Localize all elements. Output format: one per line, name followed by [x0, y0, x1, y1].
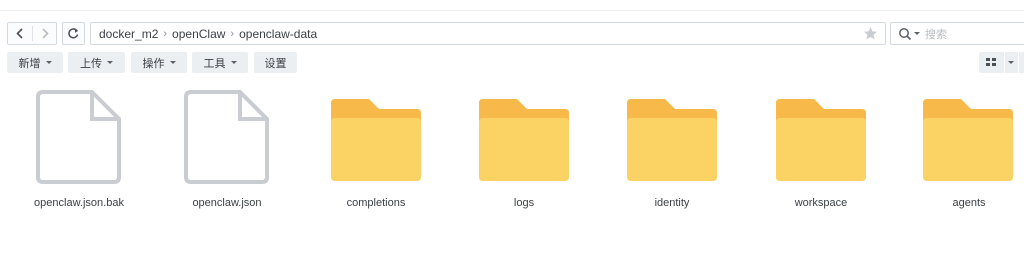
- folder-item[interactable]: identity: [598, 82, 746, 222]
- file-item[interactable]: openclaw.json: [153, 82, 301, 222]
- view-mode-button[interactable]: [979, 52, 1004, 73]
- file-name: openclaw.json: [192, 197, 262, 209]
- side-panel-toggle[interactable]: [1019, 52, 1024, 73]
- folder-icon: [776, 99, 866, 181]
- upload-button[interactable]: 上传: [68, 52, 125, 73]
- folder-name: agents: [952, 197, 986, 209]
- folder-item[interactable]: completions: [302, 82, 450, 222]
- file-icon: [36, 90, 121, 184]
- chevron-down-icon: [169, 61, 176, 64]
- refresh-icon: [68, 28, 79, 39]
- chevron-down-icon: [230, 61, 237, 64]
- breadcrumb-separator-icon: ›: [163, 27, 168, 40]
- new-button[interactable]: 新增: [7, 52, 63, 73]
- breadcrumb-openclaw-data[interactable]: openclaw-data: [239, 27, 317, 41]
- folder-name: identity: [654, 197, 690, 209]
- settings-button-label: 设置: [264, 57, 287, 70]
- path-bar[interactable]: docker_m2 › openClaw › openclaw-data: [90, 22, 886, 45]
- chevron-left-icon: [16, 28, 23, 39]
- file-name: openclaw.json.bak: [34, 197, 124, 209]
- folder-icon: [331, 99, 421, 181]
- back-button[interactable]: [8, 23, 32, 44]
- search-icon: [899, 27, 912, 40]
- settings-button[interactable]: 设置: [254, 52, 297, 73]
- folder-name: completions: [346, 197, 406, 209]
- chevron-down-icon: [45, 61, 52, 64]
- new-button-label: 新增: [18, 57, 41, 70]
- refresh-button[interactable]: [62, 22, 85, 45]
- search-field[interactable]: 搜索: [890, 22, 1024, 45]
- chevron-right-icon: [42, 28, 49, 39]
- star-icon[interactable]: [863, 26, 878, 41]
- file-icon: [184, 90, 269, 184]
- search-placeholder: 搜索: [925, 28, 947, 41]
- folder-icon: [923, 99, 1013, 181]
- folder-icon: [479, 99, 569, 181]
- chevron-down-icon[interactable]: [914, 32, 920, 35]
- folder-item[interactable]: logs: [450, 82, 598, 222]
- folder-item[interactable]: agents: [875, 82, 1024, 222]
- action-button[interactable]: 操作: [131, 52, 187, 73]
- folder-name: workspace: [794, 197, 848, 209]
- breadcrumb-openclaw[interactable]: openClaw: [172, 27, 225, 41]
- chevron-down-icon: [107, 61, 113, 64]
- file-item[interactable]: openclaw.json.bak: [5, 82, 153, 222]
- history-nav: [7, 22, 57, 45]
- view-mode-dropdown[interactable]: [1005, 52, 1018, 73]
- breadcrumb-separator-icon: ›: [230, 27, 235, 40]
- forward-button[interactable]: [33, 23, 57, 44]
- chevron-down-icon: [1008, 61, 1014, 64]
- folder-name: logs: [513, 197, 535, 209]
- breadcrumb-docker-m2[interactable]: docker_m2: [99, 27, 158, 41]
- folder-icon: [627, 99, 717, 181]
- action-button-label: 操作: [142, 57, 165, 70]
- grid-view-icon: [986, 58, 996, 66]
- tools-button[interactable]: 工具: [192, 52, 248, 73]
- folder-item[interactable]: workspace: [747, 82, 895, 222]
- upload-button-label: 上传: [80, 57, 102, 70]
- tools-button-label: 工具: [203, 57, 226, 70]
- top-divider: [0, 10, 1024, 11]
